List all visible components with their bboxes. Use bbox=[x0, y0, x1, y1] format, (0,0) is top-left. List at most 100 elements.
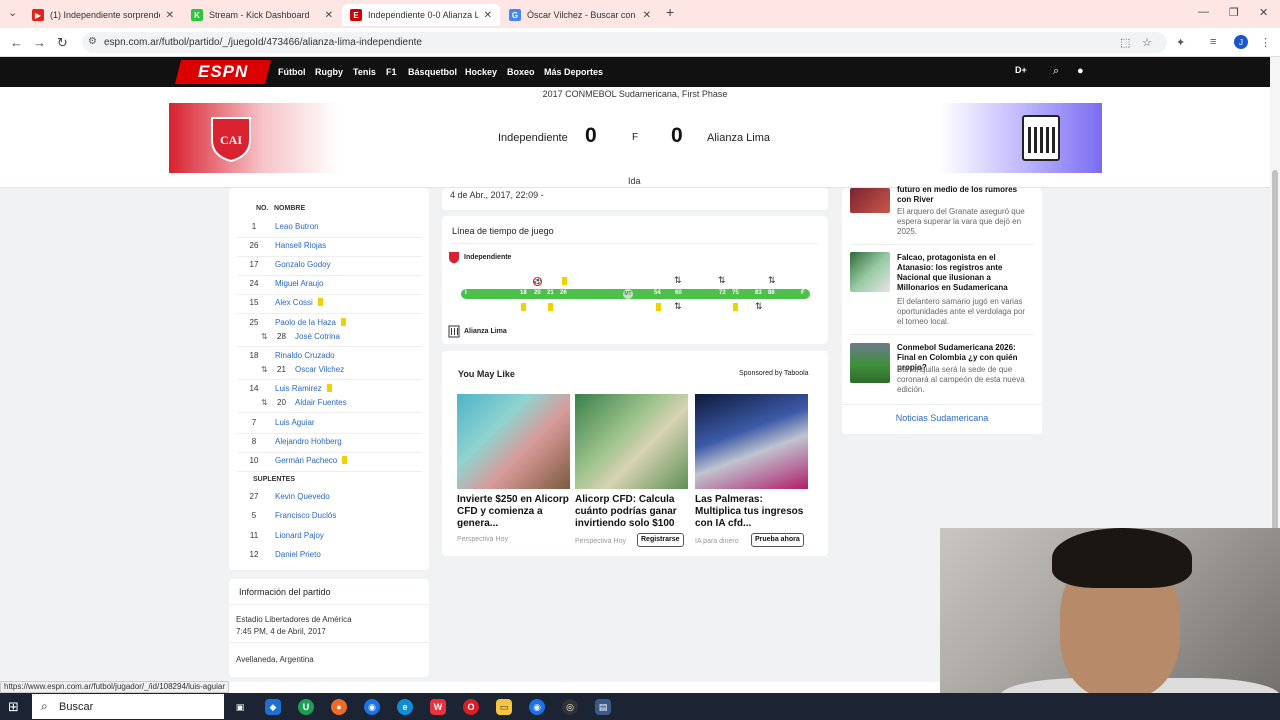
ad-title[interactable]: Las Palmeras: Multiplica tus ingresos co… bbox=[695, 494, 811, 530]
nav-hockey[interactable]: Hockey bbox=[465, 67, 497, 77]
menu-dots-icon[interactable]: ⋮ bbox=[1260, 36, 1271, 49]
extensions-icon[interactable]: ✦ bbox=[1176, 36, 1185, 49]
player-name-link[interactable]: Gonzalo Godoy bbox=[275, 260, 331, 269]
tab-search-icon[interactable]: ⌄ bbox=[8, 6, 17, 19]
independiente-crest[interactable]: CAI bbox=[208, 114, 254, 162]
bookmark-star-icon[interactable]: ☆ bbox=[1142, 36, 1152, 49]
news-headline[interactable]: futuro en medio de los rumores con River bbox=[897, 185, 1033, 205]
nav-f1[interactable]: F1 bbox=[386, 67, 397, 77]
player-name-link[interactable]: Miguel Araujo bbox=[275, 279, 323, 288]
site-info-icon[interactable]: ⚙ bbox=[88, 36, 97, 47]
player-name-link[interactable]: Hansell Riojas bbox=[275, 241, 326, 250]
goal-ball-icon[interactable]: ⚽ bbox=[533, 277, 542, 286]
wps-icon[interactable]: W bbox=[430, 699, 446, 715]
minimize-icon[interactable]: — bbox=[1198, 6, 1209, 18]
reading-list-icon[interactable]: ≡ bbox=[1210, 36, 1216, 48]
nav-futbol[interactable]: Fútbol bbox=[278, 67, 306, 77]
player-name-link[interactable]: Luis Aguiar bbox=[275, 418, 315, 427]
player-name-link[interactable]: Aldair Fuentes bbox=[295, 398, 347, 407]
substitution-icon[interactable]: ⇅ bbox=[674, 301, 682, 312]
back-icon[interactable]: ← bbox=[10, 35, 23, 50]
try-now-button[interactable]: Prueba ahora bbox=[751, 533, 804, 547]
yellow-card-icon[interactable] bbox=[562, 277, 567, 285]
windows-start-icon[interactable]: ⊞ bbox=[8, 699, 19, 715]
tab-espn[interactable]: E Independiente 0-0 Alianza Lima ✕ bbox=[342, 4, 500, 26]
player-name-link[interactable]: Alex Cossi bbox=[275, 298, 323, 307]
close-window-icon[interactable]: ✕ bbox=[1259, 6, 1268, 19]
player-name-link[interactable]: Francisco Duclós bbox=[275, 511, 336, 520]
chrome-icon[interactable]: ◉ bbox=[364, 699, 380, 715]
user-icon[interactable]: ● bbox=[1077, 65, 1084, 77]
url-input[interactable]: ⚙ espn.com.ar/futbol/partido/_/juegoId/4… bbox=[82, 32, 1167, 53]
new-tab-icon[interactable]: + bbox=[666, 4, 674, 20]
nav-rugby[interactable]: Rugby bbox=[315, 67, 343, 77]
maximize-icon[interactable]: ❐ bbox=[1229, 6, 1239, 19]
alianza-lima-crest[interactable] bbox=[1022, 115, 1060, 161]
scrollbar-thumb[interactable] bbox=[1272, 170, 1278, 530]
substitution-icon[interactable]: ⇅ bbox=[674, 275, 682, 286]
yellow-card-icon[interactable] bbox=[548, 303, 553, 311]
chrome-active-icon[interactable]: ◉ bbox=[529, 699, 545, 715]
ad-title[interactable]: Alicorp CFD: Calcula cuánto podrías gana… bbox=[575, 494, 691, 530]
news-section-link[interactable]: Noticias Sudamericana bbox=[842, 413, 1042, 423]
app-icon[interactable]: U bbox=[298, 699, 314, 715]
close-icon[interactable]: ✕ bbox=[325, 10, 333, 21]
register-button[interactable]: Registrarse bbox=[637, 533, 684, 547]
player-name-link[interactable]: Daniel Prieto bbox=[275, 550, 321, 559]
forward-icon[interactable]: → bbox=[33, 35, 46, 50]
yellow-card-icon bbox=[317, 298, 323, 306]
ad-image-robot-hand[interactable] bbox=[695, 394, 808, 489]
yellow-card-icon[interactable] bbox=[733, 303, 738, 311]
nav-mas-deportes[interactable]: Más Deportes bbox=[544, 67, 603, 77]
nav-tenis[interactable]: Tenis bbox=[353, 67, 376, 77]
nav-boxeo[interactable]: Boxeo bbox=[507, 67, 535, 77]
reload-icon[interactable]: ↻ bbox=[57, 35, 68, 51]
news-headline[interactable]: Falcao, protagonista en el Atanasio: los… bbox=[897, 253, 1033, 293]
close-icon[interactable]: ✕ bbox=[166, 10, 174, 21]
yellow-card-icon[interactable] bbox=[656, 303, 661, 311]
file-explorer-icon[interactable]: ▭ bbox=[496, 699, 512, 715]
substitution-icon[interactable]: ⇅ bbox=[755, 301, 763, 312]
player-name-link[interactable]: Kevin Quevedo bbox=[275, 492, 330, 501]
tab-google[interactable]: G Óscar Vilchez - Buscar con Goo ✕ bbox=[501, 4, 659, 26]
defender-icon[interactable]: ◆ bbox=[265, 699, 281, 715]
substitution-icon[interactable]: ⇅ bbox=[718, 275, 726, 286]
tab-kick[interactable]: K Stream - Kick Dashboard ✕ bbox=[183, 4, 341, 26]
taskbar-search-input[interactable]: ⌕ Buscar bbox=[32, 694, 224, 719]
opera-icon[interactable]: O bbox=[463, 699, 479, 715]
news-thumbnail[interactable] bbox=[850, 343, 890, 383]
yellow-card-icon[interactable] bbox=[521, 303, 526, 311]
ad-title[interactable]: Invierte $250 en Alicorp CFD y comienza … bbox=[457, 494, 573, 530]
install-icon[interactable]: ⬚ bbox=[1120, 36, 1130, 49]
player-name-link[interactable]: Germán Pacheco bbox=[275, 456, 348, 465]
ad-image-banknote[interactable] bbox=[457, 394, 570, 489]
nav-basquetbol[interactable]: Básquetbol bbox=[408, 67, 457, 77]
obs-icon[interactable]: ◎ bbox=[562, 699, 578, 715]
substitution-icon[interactable]: ⇅ bbox=[768, 275, 776, 286]
espn-logo[interactable]: ESPN bbox=[175, 60, 271, 84]
news-thumbnail[interactable] bbox=[850, 252, 890, 292]
profile-avatar[interactable]: J bbox=[1234, 35, 1248, 49]
player-name-link[interactable]: Leao Butron bbox=[275, 222, 319, 231]
close-icon[interactable]: ✕ bbox=[484, 10, 492, 21]
close-icon[interactable]: ✕ bbox=[643, 10, 651, 21]
player-name-link[interactable]: José Cotrina bbox=[295, 332, 340, 341]
ad-image-portrait[interactable] bbox=[575, 394, 688, 489]
disney-plus-icon[interactable]: D+ bbox=[1015, 65, 1027, 75]
app-window-icon[interactable]: ▤ bbox=[595, 699, 611, 715]
away-team-name[interactable]: Alianza Lima bbox=[707, 132, 770, 144]
taboola-sponsor-label[interactable]: Sponsored by Taboola bbox=[739, 370, 809, 377]
player-name-link[interactable]: Paolo de la Haza bbox=[275, 318, 346, 327]
player-name-link[interactable]: Rinaldo Cruzado bbox=[275, 351, 335, 360]
tab-youtube[interactable]: ▶ (1) Independiente sorprende a ✕ bbox=[24, 4, 182, 26]
search-icon[interactable]: ⌕ bbox=[1053, 65, 1059, 78]
home-team-name[interactable]: Independiente bbox=[498, 132, 568, 144]
player-name-link[interactable]: Lionard Pajoy bbox=[275, 531, 324, 540]
player-name-link[interactable]: Alejandro Hohberg bbox=[275, 437, 342, 446]
task-view-icon[interactable]: ▣ bbox=[232, 699, 248, 715]
news-thumbnail[interactable] bbox=[850, 188, 890, 213]
edge-icon[interactable]: e bbox=[397, 699, 413, 715]
player-name-link[interactable]: Luis Ramirez bbox=[275, 384, 332, 393]
player-name-link[interactable]: Oscar Vilchez bbox=[295, 365, 344, 374]
firefox-icon[interactable]: ● bbox=[331, 699, 347, 715]
